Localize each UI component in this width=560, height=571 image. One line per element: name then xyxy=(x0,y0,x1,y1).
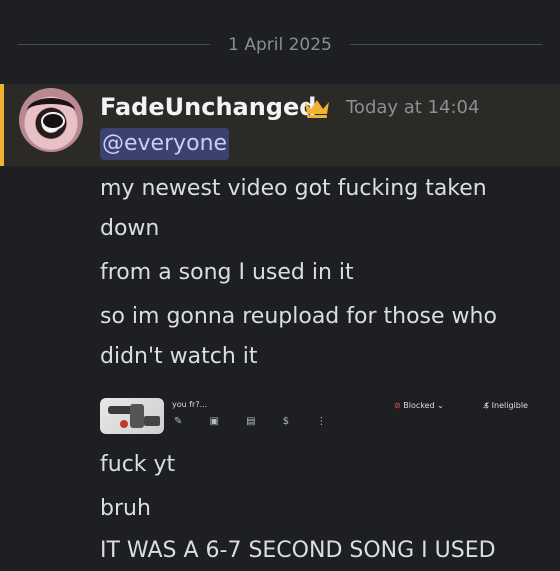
message-line: IT WAS A 6-7 SECOND SONG I USED xyxy=(100,538,496,563)
crown-icon xyxy=(305,100,329,118)
divider-line-left xyxy=(18,44,210,45)
monetization-status: $̸ Ineligible xyxy=(484,401,528,410)
avatar[interactable] xyxy=(19,88,83,152)
divider-date: 1 April 2025 xyxy=(228,35,332,55)
author-name[interactable]: FadeUnchanged xyxy=(100,91,316,123)
message-line: down xyxy=(100,216,160,241)
chevron-down-icon: ⌄ xyxy=(437,401,444,410)
video-title: you fr?... xyxy=(172,400,208,409)
avatar-eye xyxy=(41,112,65,130)
thumb-shape xyxy=(120,420,128,428)
blocked-label: Blocked xyxy=(403,401,435,410)
mention-highlight-bar xyxy=(0,84,4,166)
everyone-mention[interactable]: @everyone xyxy=(100,128,230,160)
blocked-icon: ⊘ xyxy=(394,401,401,410)
divider-line-right xyxy=(350,44,542,45)
thumb-shape xyxy=(144,416,160,426)
message-line: fuck yt xyxy=(100,452,176,477)
message-line: so im gonna reupload for those who xyxy=(100,304,497,329)
message-timestamp[interactable]: Today at 14:04 xyxy=(346,94,479,122)
message-line: from a song I used in it xyxy=(100,260,354,285)
message-line: bruh xyxy=(100,496,151,521)
monetization-label: Ineligible xyxy=(491,401,528,410)
message-line: didn't watch it xyxy=(100,344,258,369)
video-thumbnail[interactable] xyxy=(100,398,164,434)
thumb-shape xyxy=(130,404,144,428)
blocked-status: ⊘ Blocked ⌄ xyxy=(394,401,444,410)
message-line: my newest video got fucking taken xyxy=(100,176,487,201)
no-dollar-icon: $̸ xyxy=(484,401,490,410)
video-tool-icons: ✎ ▣ ▤ $ ⋮ xyxy=(174,416,339,427)
date-divider: 1 April 2025 xyxy=(0,32,560,58)
video-screenshot-embed[interactable]: you fr?... ✎ ▣ ▤ $ ⋮ ⊘ Blocked ⌄ $̸ Inel… xyxy=(100,396,540,436)
